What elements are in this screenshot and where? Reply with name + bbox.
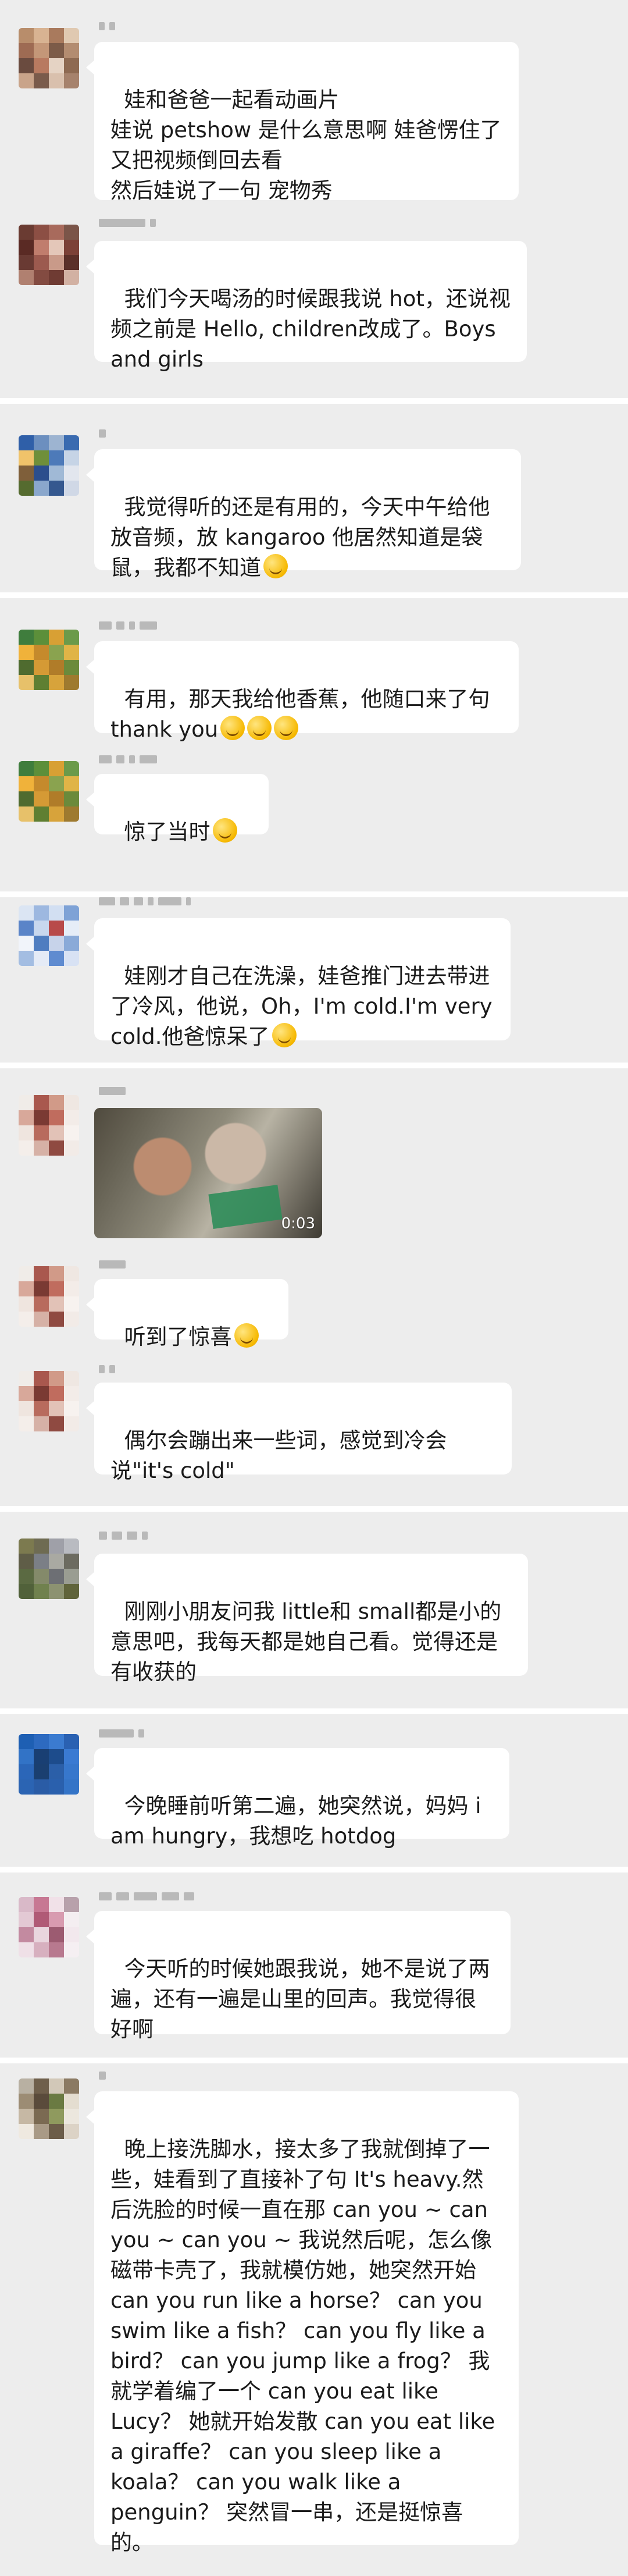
laugh-cry-emoji-icon [247,716,272,740]
avatar[interactable] [19,2078,79,2139]
message-text: 有用，那天我给他香蕉，他随口来了句 thank you [110,687,497,742]
message-bubble: 我们今天喝汤的时候跟我说 hot，还说视频之前是 Hello, children… [86,241,527,372]
avatar[interactable] [19,1539,79,1599]
message-bubble: 偶尔会蹦出来一些词，感觉到冷会说"it's cold" [86,1383,512,1483]
divider [0,398,628,404]
divider [0,891,628,897]
divider [0,1506,628,1512]
avatar[interactable] [19,1897,79,1957]
sender-name [99,896,191,907]
laugh-cry-emoji-icon [274,716,299,740]
sender-name [99,428,106,439]
message-bubble: 今晚睡前听第二遍，她突然说，妈妈 i am hungry，我想吃 hotdog [86,1748,509,1849]
message-bubble: 娃刚才自己在洗澡，娃爸推门进去带进了冷风，他说，Oh，I'm cold.I'm … [86,918,511,1049]
divider [0,592,628,598]
sender-name [99,1364,115,1374]
message-text: 娃和爸爸一起看动画片 娃说 petshow 是什么意思啊 娃爸愣住了 又把视频倒… [110,87,502,203]
video-duration: 0:03 [281,1215,315,1232]
sender-name [99,754,157,765]
message-bubble: 娃和爸爸一起看动画片 娃说 petshow 是什么意思啊 娃爸愣住了 又把视频倒… [86,42,519,203]
message-text: 我觉得听的还是有用的，今天中午给他放音频，放 kangaroo 他居然知道是袋鼠… [110,495,490,580]
message-text: 偶尔会蹦出来一些词，感觉到冷会说"it's cold" [110,1428,447,1483]
message-bubble: 有用，那天我给他香蕉，他随口来了句 thank you [86,641,519,742]
message-text: 惊了当时 [124,819,210,844]
message-text: 我们今天喝汤的时候跟我说 hot，还说视频之前是 Hello, children… [110,286,511,372]
avatar[interactable] [19,1266,79,1327]
avatar[interactable] [19,1095,79,1156]
message-bubble: 听到了惊喜 [86,1279,288,1349]
divider [0,1867,628,1873]
exploding-head-emoji-icon [272,1023,297,1047]
laugh-cry-emoji-icon [263,554,288,578]
message-text: 刚刚小朋友问我 little和 small都是小的意思吧，我每天都是她自己看。觉… [110,1599,502,1685]
message-text: 晚上接洗脚水，接太多了我就倒掉了一些，娃看到了直接补了句 It's heavy.… [110,2137,502,2555]
message-bubble: 晚上接洗脚水，接太多了我就倒掉了一些，娃看到了直接补了句 It's heavy.… [86,2091,519,2555]
face-palm-emoji-icon [212,818,237,843]
sender-name [99,1259,126,1270]
sender-name [99,2070,106,2081]
message-bubble: 我觉得听的还是有用的，今天中午给他放音频，放 kangaroo 他居然知道是袋鼠… [86,449,521,580]
laugh-cry-emoji-icon [220,716,245,740]
message-text: 今天听的时候她跟我说，她不是说了两遍，还有一遍是山里的回声。我觉得很好啊 [110,1956,490,2042]
message-text: 听到了惊喜 [124,1324,232,1349]
avatar[interactable] [19,435,79,496]
avatar[interactable] [19,225,79,285]
message-bubble: 今天听的时候她跟我说，她不是说了两遍，还有一遍是山里的回声。我觉得很好啊 [86,1911,511,2042]
grin-emoji-icon [234,1323,259,1348]
message-bubble: 刚刚小朋友问我 little和 small都是小的意思吧，我每天都是她自己看。觉… [86,1554,528,1685]
sender-name [99,620,157,631]
avatar[interactable] [19,630,79,690]
sender-name [99,1728,144,1739]
sender-name [99,21,115,31]
sender-name [99,1086,126,1096]
divider [0,1063,628,1068]
sender-name [99,1530,148,1541]
divider [0,1708,628,1714]
sender-name [99,1891,194,1902]
video-thumbnail[interactable]: 0:03 [94,1108,322,1238]
message-text: 娃刚才自己在洗澡，娃爸推门进去带进了冷风，他说，Oh，I'm cold.I'm … [110,964,499,1049]
divider [0,2058,628,2063]
avatar[interactable] [19,1371,79,1431]
avatar[interactable] [19,1734,79,1795]
message-bubble: 惊了当时 [86,774,269,844]
sender-name [99,218,156,228]
avatar[interactable] [19,761,79,822]
message-text: 今晚睡前听第二遍，她突然说，妈妈 i am hungry，我想吃 hotdog [110,1793,488,1849]
avatar[interactable] [19,28,79,88]
avatar[interactable] [19,905,79,966]
